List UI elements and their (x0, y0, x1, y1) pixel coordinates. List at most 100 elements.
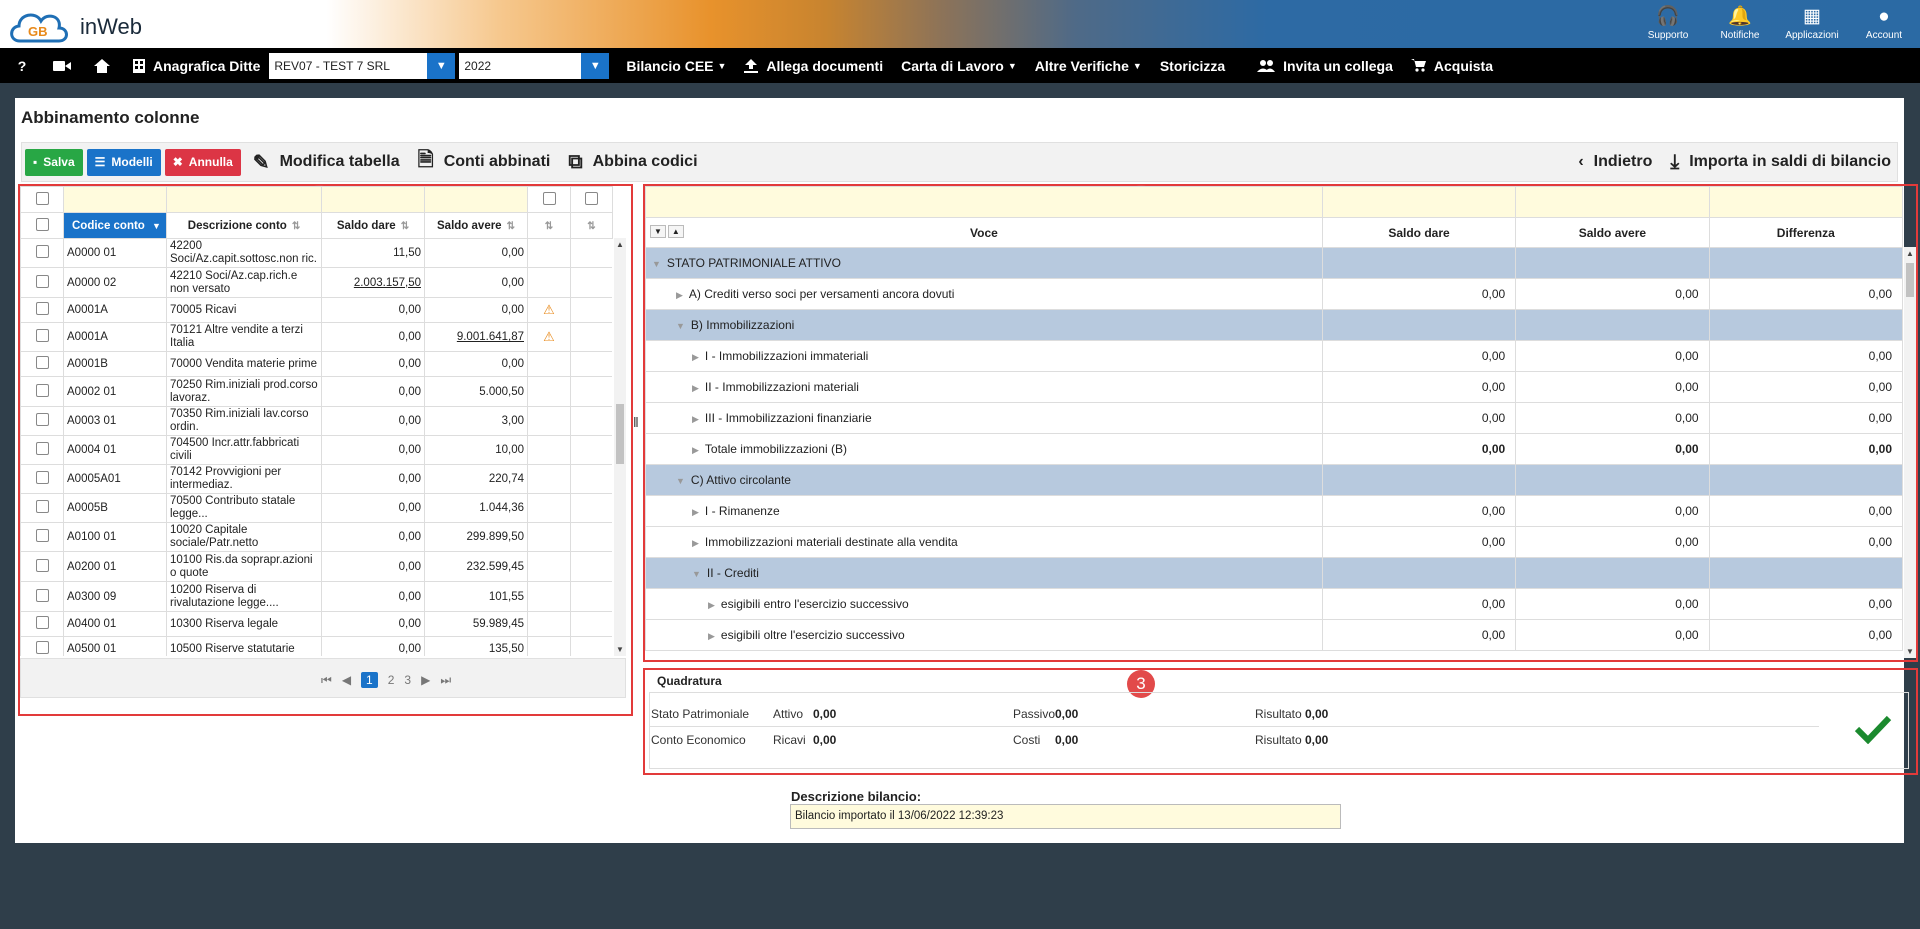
invita-collega-link[interactable]: Invita un collega (1248, 58, 1402, 74)
saldo-avere[interactable]: 9.001.641,87 (424, 322, 528, 352)
splitter-handle[interactable]: ‖ (633, 414, 639, 430)
scroll-thumb[interactable] (1906, 263, 1914, 297)
video-button[interactable] (44, 60, 80, 72)
row-checkbox[interactable] (35, 383, 49, 397)
tree-row[interactable]: ▶ Immobilizzazioni materiali destinate al… (645, 526, 1903, 558)
column-header-saldo-dare[interactable]: Saldo dare ⇅ (321, 212, 425, 239)
modelli-button[interactable]: ☰ Modelli (86, 148, 161, 176)
home-button[interactable] (80, 58, 124, 73)
indietro-link[interactable]: ‹ Indietro (1578, 153, 1652, 171)
row-checkbox[interactable] (35, 413, 49, 426)
row-checkbox[interactable] (35, 329, 49, 342)
help-button[interactable]: ? (0, 58, 44, 74)
collapse-arrow-icon[interactable]: ▼ (676, 476, 685, 486)
topbar-supporto[interactable]: 🎧 Supporto (1632, 0, 1704, 48)
chevron-down-icon[interactable]: ▼ (581, 52, 610, 79)
topbar-applicazioni[interactable]: ▦ Applicazioni (1776, 0, 1848, 48)
tree-row[interactable]: ▶ esigibili entro l'esercizio successivo 0… (645, 588, 1903, 620)
column-checkbox[interactable] (585, 191, 598, 205)
column-header-sort[interactable]: ⇅ (570, 212, 613, 239)
allega-documenti-link[interactable]: Allega documenti (735, 58, 892, 74)
tree-group-row[interactable]: ▼ II - Crediti (645, 557, 1903, 589)
table-row[interactable]: A0002 01 70250 Rim.iniziali prod.corso la… (20, 376, 612, 407)
expand-arrow-icon[interactable]: ▶ (692, 414, 699, 424)
expand-arrow-icon[interactable]: ▶ (692, 383, 699, 393)
scroll-thumb[interactable] (616, 404, 624, 464)
expand-arrow-icon[interactable]: ▶ (708, 631, 715, 641)
altre-verifiche-menu[interactable]: Altre Verifiche ▼ (1026, 58, 1151, 74)
collapse-arrow-icon[interactable]: ▼ (676, 321, 685, 331)
row-checkbox[interactable] (35, 274, 49, 288)
table-row[interactable]: A0300 09 10200 Riserva di rivalutazione l… (20, 581, 612, 612)
prev-page-icon[interactable]: ◀ (342, 673, 351, 687)
row-checkbox[interactable] (35, 588, 49, 602)
table-row[interactable]: A0001A 70005 Ricavi 0,00 0,00 ⚠ (20, 297, 612, 323)
annulla-button[interactable]: ✖ Annulla (164, 148, 241, 176)
table-row[interactable]: A0003 01 70350 Rim.iniziali lav.corso ord… (20, 406, 612, 436)
saldo-dare[interactable]: 2.003.157,50 (321, 267, 425, 298)
table-row[interactable]: A0200 01 10100 Ris.da soprapr.azioni o qu… (20, 551, 612, 582)
page-2[interactable]: 2 (388, 673, 395, 687)
table-row[interactable]: A0100 01 10020 Capitale sociale/Patr.nett… (20, 522, 612, 552)
bilancio-cee-menu[interactable]: Bilancio CEE ▼ (617, 58, 735, 74)
topbar-account[interactable]: ● Account (1848, 0, 1920, 48)
storicizza-link[interactable]: Storicizza (1151, 58, 1234, 74)
expand-arrow-icon[interactable]: ▶ (692, 352, 699, 362)
table-row[interactable]: A0400 01 10300 Riserva legale 0,00 59.989,4… (20, 611, 612, 637)
row-checkbox[interactable] (35, 500, 49, 513)
tree-group-row[interactable]: ▼ STATO PATRIMONIALE ATTIVO (645, 247, 1903, 279)
collapse-all-button[interactable]: ▼ (650, 225, 666, 238)
expand-arrow-icon[interactable]: ▶ (692, 507, 699, 517)
page-3[interactable]: 3 (404, 673, 411, 687)
tree-row[interactable]: ▶ I - Rimanenze 0,00 0,00 0,00 (645, 495, 1903, 527)
expand-arrow-icon[interactable]: ▶ (708, 600, 715, 610)
tree-group-row[interactable]: ▼ C) Attivo circolante (645, 464, 1903, 496)
row-checkbox[interactable] (35, 529, 49, 542)
collapse-arrow-icon[interactable]: ▼ (692, 569, 701, 579)
abbina-codici-link[interactable]: ⧉ Abbina codici (568, 151, 697, 174)
tree-row[interactable]: ▶ II - Immobilizzazioni materiali 0,00 0,00… (645, 371, 1903, 403)
scroll-up-icon[interactable]: ▲ (1906, 249, 1914, 258)
save-button[interactable]: ▪ Salva (25, 148, 83, 176)
row-checkbox[interactable] (35, 245, 49, 258)
column-header-saldo-avere[interactable]: Saldo avere (1515, 217, 1710, 248)
tree-row[interactable]: ▶ Totale immobilizzazioni (B) 0,00 0,00 0,00 (645, 433, 1903, 465)
expand-arrow-icon[interactable]: ▶ (692, 538, 699, 548)
column-checkbox[interactable] (542, 191, 556, 205)
table-row[interactable]: A0001A 70121 Altre vendite a terzi Italia… (20, 322, 612, 352)
table-row[interactable]: A0000 01 42200 Soci/Az.capit.sottosc.non … (20, 238, 612, 268)
next-page-icon[interactable]: ▶ (421, 673, 430, 687)
row-checkbox[interactable] (35, 442, 49, 455)
accounts-scrollbar[interactable]: ▲ ▼ (614, 238, 626, 656)
tree-row[interactable]: ▶ A) Crediti verso soci per versamenti an… (645, 278, 1903, 310)
page-1[interactable]: 1 (361, 672, 378, 688)
table-row[interactable]: A0500 01 10500 Riserve statutarie 0,00 135,… (20, 636, 612, 656)
column-header-sort[interactable]: ⇅ (527, 212, 571, 239)
row-checkbox[interactable] (35, 616, 49, 629)
acquista-link[interactable]: Acquista (1402, 58, 1502, 74)
select-all-rows-checkbox[interactable] (35, 217, 49, 231)
conti-abbinati-link[interactable]: 🗎 Conti abbinati (418, 145, 551, 179)
column-header-saldo-dare[interactable]: Saldo dare (1321, 217, 1517, 248)
column-header-descrizione[interactable]: Descrizione conto ⇅ (166, 212, 322, 239)
select-all-checkbox[interactable] (35, 191, 49, 205)
anagrafica-ditte-link[interactable]: Anagrafica Ditte (124, 58, 269, 74)
topbar-notifiche[interactable]: 🔔 Notifiche (1704, 0, 1776, 48)
tree-row[interactable]: ▶ III - Immobilizzazioni finanziarie 0,00 0… (645, 402, 1903, 434)
chevron-down-icon[interactable]: ▼ (427, 52, 456, 79)
column-header-differenza[interactable]: Differenza (1708, 217, 1904, 248)
table-row[interactable]: A0000 02 42210 Soci/Az.cap.rich.e non ver… (20, 267, 612, 298)
collapse-arrow-icon[interactable]: ▼ (652, 259, 661, 269)
app-logo[interactable]: GB inWeb (6, 3, 146, 45)
last-page-icon[interactable]: ⏭ (440, 673, 451, 688)
bilancio-scrollbar[interactable]: ▲ ▼ (1904, 247, 1916, 658)
modifica-tabella-link[interactable]: ✎ Modifica tabella (253, 150, 400, 175)
company-select[interactable]: REV07 - TEST 7 SRL ▼ (269, 52, 456, 79)
expand-arrow-icon[interactable]: ▶ (692, 445, 699, 455)
scroll-up-icon[interactable]: ▲ (616, 240, 624, 249)
importa-saldi-link[interactable]: ⤓ Importa in saldi di bilancio (1670, 151, 1891, 174)
first-page-icon[interactable]: ⏮ (321, 673, 332, 688)
tree-row[interactable]: ▶ I - Immobilizzazioni immateriali 0,00 0,0… (645, 340, 1903, 372)
table-row[interactable]: A0005A01 70142 Provvigioni per intermedia… (20, 464, 612, 494)
column-header-saldo-avere[interactable]: Saldo avere ⇅ (424, 212, 528, 239)
